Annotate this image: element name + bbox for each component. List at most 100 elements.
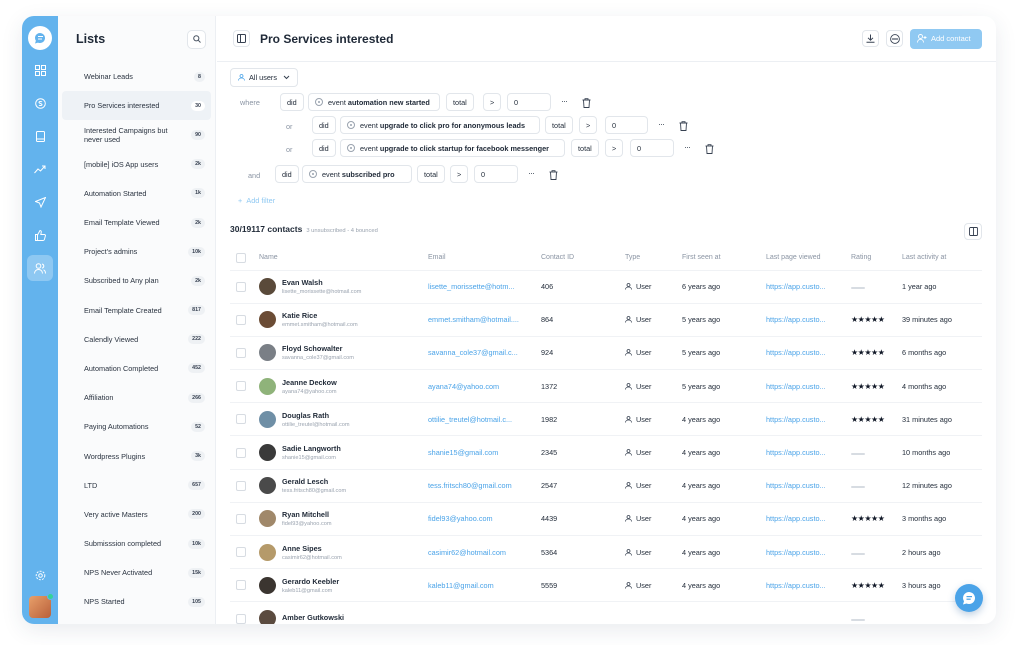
contact-email[interactable]: fidel93@yahoo.com bbox=[428, 501, 541, 536]
column-header[interactable]: First seen at bbox=[682, 246, 766, 270]
list-item[interactable]: Email Template Viewed 2k bbox=[62, 208, 211, 237]
settings-icon[interactable] bbox=[35, 568, 46, 586]
contact-name[interactable]: Floyd Schowalter bbox=[282, 344, 354, 353]
last-page-link[interactable]: https://app.custo... bbox=[766, 335, 851, 370]
last-page-link[interactable]: https://app.custo... bbox=[766, 302, 851, 337]
user-avatar[interactable] bbox=[29, 593, 54, 618]
toggle-sidebar-button[interactable] bbox=[233, 30, 250, 47]
contact-email[interactable]: ayana74@yahoo.com bbox=[428, 369, 541, 403]
list-item[interactable]: Subscribed to Any plan 2k bbox=[62, 266, 211, 295]
total-select[interactable]: total bbox=[571, 139, 599, 157]
list-item[interactable]: LTD 657 bbox=[62, 471, 211, 500]
list-item[interactable]: Calendly Viewed 222 bbox=[62, 325, 211, 354]
table-row[interactable]: Gerald Lesch tess.fritsch80@gmail.com tess… bbox=[230, 468, 982, 503]
book-icon[interactable] bbox=[27, 123, 53, 149]
list-item[interactable]: Paying Automations 52 bbox=[62, 412, 211, 441]
more-options-button[interactable] bbox=[886, 30, 903, 47]
last-page-link[interactable]: https://app.custo... bbox=[766, 501, 851, 536]
download-button[interactable] bbox=[862, 30, 879, 47]
thumbs-up-icon[interactable] bbox=[27, 222, 53, 248]
table-row[interactable]: Sadie Langworth shanie15@gmail.com shanie1… bbox=[230, 435, 982, 470]
contact-name[interactable]: Gerald Lesch bbox=[282, 477, 346, 486]
last-page-link[interactable]: https://app.custo... bbox=[766, 369, 851, 403]
event-select[interactable]: event subscribed pro bbox=[302, 165, 412, 183]
add-filter-button[interactable]: + Add filter bbox=[238, 196, 275, 205]
table-row[interactable]: Anne Sipes casimir62@hotmail.com casimir62… bbox=[230, 534, 982, 569]
table-row[interactable]: Gerardo Keebler kaleb11@gmail.com kaleb11@… bbox=[230, 568, 982, 602]
total-select[interactable]: total bbox=[417, 165, 445, 183]
last-page-link[interactable]: https://app.custo... bbox=[766, 402, 851, 436]
operator-select[interactable]: > bbox=[579, 116, 598, 134]
column-header[interactable]: Last page viewed bbox=[766, 246, 851, 270]
row-checkbox[interactable] bbox=[236, 513, 246, 524]
operator-select[interactable]: > bbox=[605, 139, 624, 157]
money-icon[interactable] bbox=[27, 90, 53, 116]
contact-name[interactable]: Douglas Rath bbox=[282, 411, 350, 420]
list-item[interactable]: Interested Campaigns but never used 90 bbox=[62, 120, 211, 149]
column-header[interactable]: Contact ID bbox=[541, 246, 625, 270]
last-page-link[interactable]: https://app.custo... bbox=[766, 534, 851, 569]
row-checkbox[interactable] bbox=[236, 314, 246, 325]
did-select[interactable]: did bbox=[280, 93, 304, 111]
list-item[interactable]: Very active Masters 200 bbox=[62, 500, 211, 529]
row-checkbox[interactable] bbox=[236, 447, 246, 458]
operator-select[interactable]: > bbox=[450, 165, 469, 183]
total-select[interactable]: total bbox=[545, 116, 573, 134]
users-icon[interactable] bbox=[27, 255, 53, 281]
column-header[interactable]: Rating bbox=[851, 246, 902, 270]
list-item[interactable]: [mobile] iOS App users 2k bbox=[62, 150, 211, 179]
total-select[interactable]: total bbox=[446, 93, 474, 111]
value-input[interactable]: 0 bbox=[605, 116, 648, 134]
table-row[interactable]: Evan Walsh lisette_morissette@hotmail.com… bbox=[230, 269, 982, 304]
table-row[interactable]: Jeanne Deckow ayana74@yahoo.com ayana74@ya… bbox=[230, 369, 982, 403]
list-item[interactable]: Affiliation 266 bbox=[62, 383, 211, 412]
last-page-link[interactable] bbox=[766, 601, 851, 624]
dashboard-icon[interactable] bbox=[27, 57, 53, 83]
list-item[interactable]: Project's admins 10k bbox=[62, 237, 211, 266]
contact-email[interactable]: shanie15@gmail.com bbox=[428, 435, 541, 470]
contact-name[interactable]: Sadie Langworth bbox=[282, 444, 341, 453]
event-select[interactable]: event upgrade to click startup for faceb… bbox=[340, 139, 565, 157]
column-header[interactable]: Type bbox=[625, 246, 682, 270]
contact-name[interactable]: Katie Rice bbox=[282, 311, 358, 320]
column-header[interactable]: Last activity at bbox=[902, 246, 982, 270]
list-item[interactable]: NPS Started 105 bbox=[62, 587, 211, 616]
list-item[interactable]: NPS Never Activated 15k bbox=[62, 558, 211, 587]
did-select[interactable]: did bbox=[312, 116, 336, 134]
value-input[interactable]: 0 bbox=[630, 139, 674, 157]
table-row[interactable]: Floyd Schowalter savanna_cole37@gmail.com… bbox=[230, 335, 982, 370]
contact-email[interactable] bbox=[428, 601, 541, 624]
search-lists-button[interactable] bbox=[187, 29, 206, 49]
did-select[interactable]: did bbox=[312, 139, 336, 157]
row-checkbox[interactable] bbox=[236, 480, 246, 491]
contact-name[interactable]: Anne Sipes bbox=[282, 544, 342, 553]
last-page-link[interactable]: https://app.custo... bbox=[766, 435, 851, 470]
table-row[interactable]: Ryan Mitchell fidel93@yahoo.com fidel93@ya… bbox=[230, 501, 982, 536]
contact-name[interactable]: Gerardo Keebler bbox=[282, 577, 339, 586]
audience-select[interactable]: All users bbox=[230, 68, 298, 87]
trash-icon[interactable] bbox=[705, 144, 714, 154]
contact-name[interactable]: Jeanne Deckow bbox=[282, 378, 337, 387]
contact-email[interactable]: kaleb11@gmail.com bbox=[428, 568, 541, 602]
trash-icon[interactable] bbox=[549, 170, 558, 180]
send-icon[interactable] bbox=[27, 189, 53, 215]
value-input[interactable]: 0 bbox=[474, 165, 518, 183]
did-select[interactable]: did bbox=[275, 165, 299, 183]
contact-email[interactable]: lisette_morissette@hotm... bbox=[428, 269, 541, 304]
trash-icon[interactable] bbox=[582, 98, 591, 108]
logo-icon[interactable] bbox=[28, 26, 52, 50]
list-item[interactable]: Automation Completed 452 bbox=[62, 354, 211, 383]
trending-icon[interactable] bbox=[27, 156, 53, 182]
more-icon[interactable]: ··· bbox=[684, 142, 691, 152]
columns-button[interactable] bbox=[964, 223, 982, 240]
last-page-link[interactable]: https://app.custo... bbox=[766, 568, 851, 602]
list-item[interactable]: Automation Started 1k bbox=[62, 179, 211, 208]
row-checkbox[interactable] bbox=[236, 547, 246, 558]
row-checkbox[interactable] bbox=[236, 281, 246, 292]
row-checkbox[interactable] bbox=[236, 414, 246, 425]
event-select[interactable]: event upgrade to click pro for anonymous… bbox=[340, 116, 540, 134]
list-item[interactable]: Email Template Created 817 bbox=[62, 296, 211, 325]
contact-email[interactable]: casimir62@hotmail.com bbox=[428, 534, 541, 569]
row-checkbox[interactable] bbox=[236, 580, 246, 591]
last-page-link[interactable]: https://app.custo... bbox=[766, 269, 851, 304]
